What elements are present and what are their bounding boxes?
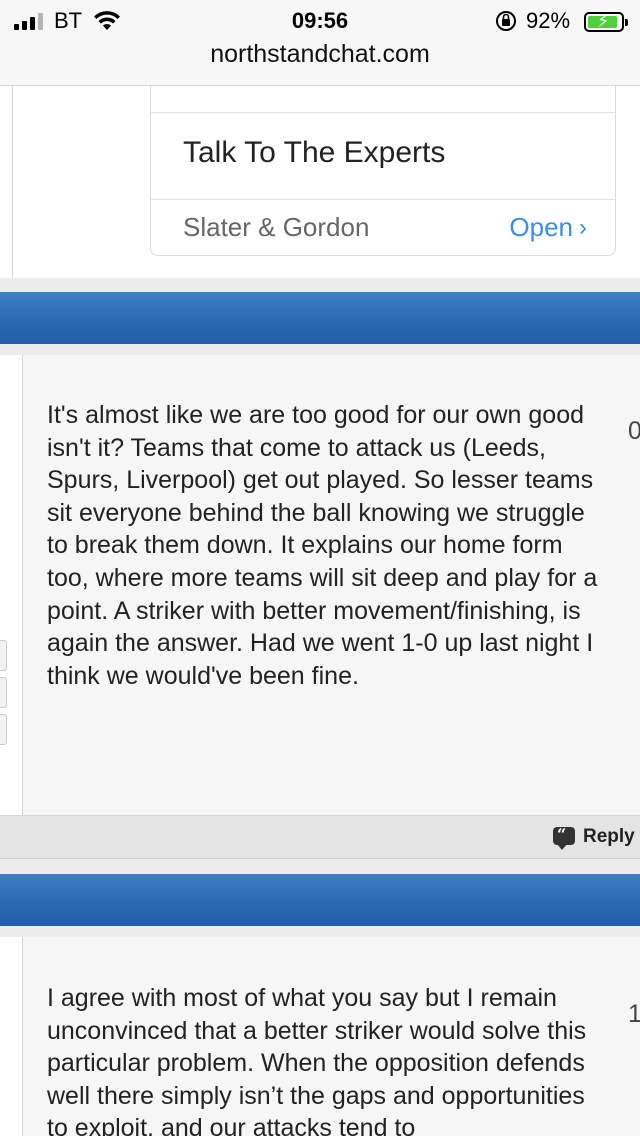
address-bar-url[interactable]: northstandchat.com — [0, 40, 640, 69]
post: I agree with most of what you say but I … — [0, 937, 640, 1136]
post-side-number: 1 — [628, 1000, 640, 1028]
ad-card[interactable]: Talk To The Experts Slater & Gordon Open… — [150, 86, 616, 256]
post-header-bar — [0, 292, 640, 344]
reply-quote-icon[interactable]: “ — [553, 825, 575, 850]
ad-advertiser: Slater & Gordon — [183, 212, 370, 242]
post: It's almost like we are too good for our… — [0, 355, 640, 815]
chevron-right-icon[interactable]: › — [579, 214, 587, 242]
status-bar: BT 09:56 92% ⚡ — [0, 6, 640, 36]
browser-top-bar: BT 09:56 92% ⚡ northstandchat.com — [0, 0, 640, 86]
ad-open-button[interactable]: Open — [509, 212, 573, 243]
post-footer: “ Reply W — [0, 815, 640, 859]
reply-button[interactable]: Reply W — [583, 826, 640, 848]
side-tab[interactable] — [0, 714, 7, 745]
side-tab[interactable] — [0, 677, 7, 708]
post-header-bar — [0, 874, 640, 926]
post-side-number: 0 — [628, 417, 640, 445]
post-message: It's almost like we are too good for our… — [47, 401, 598, 690]
side-tab[interactable] — [0, 640, 7, 671]
rotation-lock-icon — [496, 11, 516, 31]
ad-headline[interactable]: Talk To The Experts — [183, 136, 445, 170]
side-tabs[interactable] — [0, 640, 7, 751]
battery-icon: ⚡ — [584, 11, 628, 32]
post-message: I agree with most of what you say but I … — [47, 984, 587, 1136]
charging-bolt-icon: ⚡ — [597, 11, 610, 31]
battery-percent: 92% — [526, 8, 571, 33]
